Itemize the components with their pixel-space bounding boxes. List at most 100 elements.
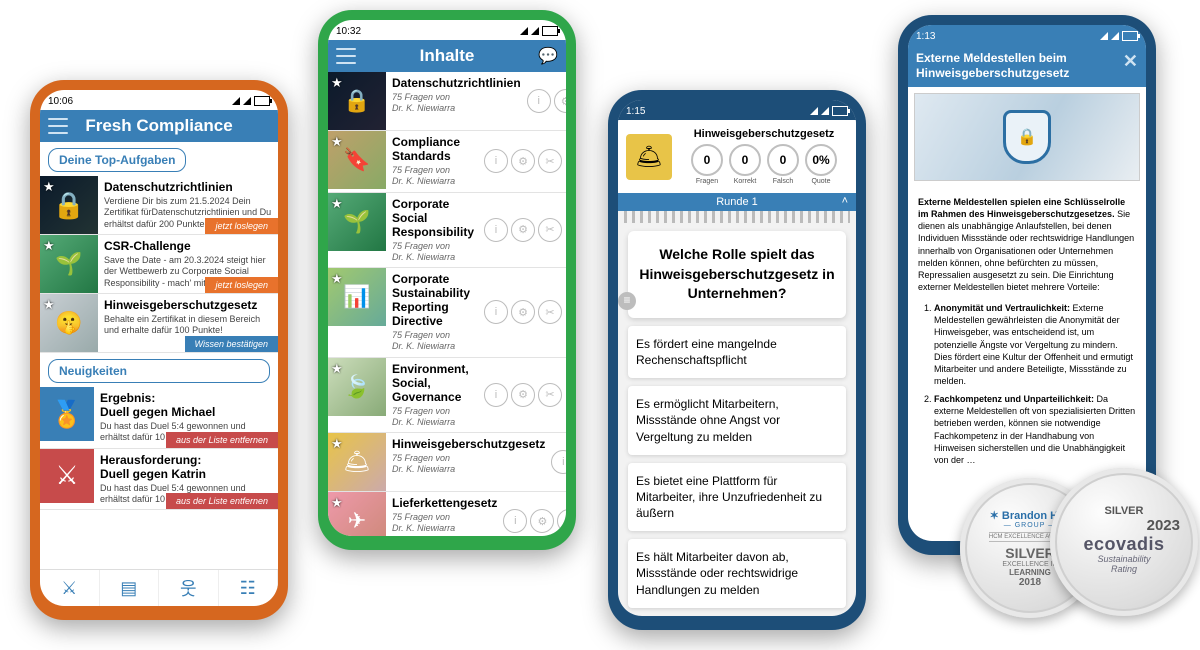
task-title: CSR-Challenge — [104, 239, 272, 253]
stat-fragen: 0Fragen — [691, 144, 723, 185]
gear-icon[interactable]: ⚙ — [511, 149, 535, 173]
article-lead-rest: Sie dienen als unabhängige Anlaufstellen… — [918, 209, 1134, 292]
gear-icon[interactable]: ⚙ — [530, 509, 554, 533]
content-title: Hinweisgeberschutzgesetz — [392, 437, 545, 451]
menu-icon[interactable] — [48, 118, 68, 134]
phone-2-frame: 10:32 Inhalte 💬 ★🔒Datenschutzrichtlinien… — [318, 10, 576, 550]
article-hero: 🔒 — [914, 93, 1140, 181]
info-icon[interactable]: i — [484, 218, 508, 242]
point-heading: Anonymität und Vertraulichkeit: — [934, 303, 1070, 313]
info-icon[interactable]: i — [484, 149, 508, 173]
task-text: CSR-Challenge Save the Date - am 20.3.20… — [98, 235, 278, 293]
task-row[interactable]: ★🌱 CSR-Challenge Save the Date - am 20.3… — [40, 235, 278, 294]
star-icon: ★ — [43, 179, 55, 195]
tools-icon[interactable]: ✂ — [538, 149, 562, 173]
status-bar: 10:06 — [40, 90, 278, 110]
status-icons — [1100, 31, 1138, 41]
info-icon[interactable]: i — [551, 450, 566, 474]
point-body: Externe Meldestellen gewährleisten die A… — [934, 303, 1133, 386]
answer-option[interactable]: Es fördert eine mangelnde Rechenschaftsp… — [628, 326, 846, 378]
news-title: Herausforderung: Duell gegen Katrin — [100, 453, 272, 481]
hint-icon[interactable]: ≡ — [618, 292, 636, 310]
news-text: Herausforderung: Duell gegen Katrin Du h… — [94, 449, 278, 510]
gear-icon[interactable]: ⚙ — [511, 383, 535, 407]
stage: 10:06 Fresh Compliance Deine Top-Aufgabe… — [0, 0, 1200, 650]
content-row[interactable]: ★🌱Corporate Social Responsibility75 Frag… — [328, 193, 566, 269]
task-row[interactable]: ★🤫 Hinweisgeberschutzgesetz Behalte ein … — [40, 294, 278, 353]
stat-value: 0 — [729, 144, 761, 176]
tab-duel-icon[interactable]: ⚔ — [40, 570, 100, 606]
content-title: Corporate Sustainability Reporting Direc… — [392, 272, 478, 328]
info-icon[interactable]: i — [484, 300, 508, 324]
news-text: Ergebnis: Duell gegen Michael Du hast da… — [94, 387, 278, 448]
tools-icon[interactable]: ✂ — [538, 383, 562, 407]
article-body: Externe Meldestellen spielen eine Schlüs… — [908, 187, 1146, 472]
info-icon[interactable]: i — [527, 89, 551, 113]
content-actions: i⚙✂ — [503, 492, 566, 536]
content-meta: 75 Fragen von Dr. K. Niewiarra — [392, 92, 521, 115]
content-actions: i⚙✂ — [551, 433, 566, 491]
tools-icon[interactable]: ✂ — [538, 218, 562, 242]
task-cta[interactable]: jetzt loslegen — [205, 277, 278, 293]
tab-profile-icon[interactable]: 웃 — [159, 570, 219, 606]
task-cta[interactable]: jetzt loslegen — [205, 218, 278, 234]
tab-calendar-icon[interactable]: ☷ — [219, 570, 279, 606]
task-thumb-whisper: ★🤫 — [40, 294, 98, 352]
content-text: Environment, Social, Governance75 Fragen… — [386, 358, 484, 433]
ev-year: 2023 — [1147, 517, 1180, 534]
gear-icon[interactable]: ⚙ — [554, 89, 566, 113]
star-icon: ★ — [43, 297, 55, 313]
content-thumb: ★🛎 — [328, 433, 386, 491]
answer-option[interactable]: Es hält Mitarbeiter davon ab, Missstände… — [628, 539, 846, 608]
content-row[interactable]: ★🔖Compliance Standards75 Fragen von Dr. … — [328, 131, 566, 193]
task-thumb-plant: ★🌱 — [40, 235, 98, 293]
info-icon[interactable]: i — [503, 509, 527, 533]
app-header: Fresh Compliance — [40, 110, 278, 142]
phone-3-frame: 1:15 🛎 Hinweisgeberschutzgesetz 0Fragen … — [608, 90, 866, 630]
content-row[interactable]: ★📊Corporate Sustainability Reporting Dir… — [328, 268, 566, 358]
article-header: Externe Meldestellen beim Hinweisgebersc… — [908, 45, 1146, 87]
content-row[interactable]: ★🍃Environment, Social, Governance75 Frag… — [328, 358, 566, 434]
content-thumb: ★🍃 — [328, 358, 386, 416]
ev-silver: SILVER — [1105, 505, 1144, 517]
point-body: Da externe Meldestellen oft von speziali… — [934, 394, 1135, 465]
task-cta[interactable]: Wissen bestätigen — [185, 336, 278, 352]
info-icon[interactable]: i — [484, 383, 508, 407]
star-icon: ★ — [331, 196, 343, 212]
clock: 10:06 — [48, 96, 73, 107]
tab-library-icon[interactable]: ▤ — [100, 570, 160, 606]
content-title: Compliance Standards — [392, 135, 478, 163]
content-text: Lieferkettengesetz75 Fragen von Dr. K. N… — [386, 492, 503, 536]
gear-icon[interactable]: ⚙ — [511, 218, 535, 242]
task-row[interactable]: ★🔒 Datenschutzrichtlinien Verdiene Dir b… — [40, 176, 278, 235]
tools-icon[interactable]: ✂ — [538, 300, 562, 324]
content-row[interactable]: ★🛎Hinweisgeberschutzgesetz75 Fragen von … — [328, 433, 566, 492]
progress-dots — [624, 211, 850, 223]
answer-option[interactable]: Es ermöglicht Mitarbeitern, Missstände o… — [628, 386, 846, 455]
stat-value: 0 — [691, 144, 723, 176]
round-bar[interactable]: Runde 1˄ — [618, 193, 856, 211]
close-icon[interactable]: ✕ — [1123, 51, 1138, 72]
question-card: Welche Rolle spielt das Hinweisgeberschu… — [628, 231, 846, 318]
news-remove[interactable]: aus der Liste entfernen — [166, 432, 278, 448]
star-icon: ★ — [331, 436, 343, 452]
content-meta: 75 Fragen von Dr. K. Niewiarra — [392, 330, 478, 353]
stat-falsch: 0Falsch — [767, 144, 799, 185]
answer-option[interactable]: Es bietet eine Plattform für Mitarbeiter… — [628, 463, 846, 532]
news-row[interactable]: ⚔ Herausforderung: Duell gegen Katrin Du… — [40, 449, 278, 511]
gear-icon[interactable]: ⚙ — [511, 300, 535, 324]
status-icons — [232, 96, 270, 106]
shield-lock-icon: 🔒 — [1003, 110, 1051, 164]
chat-icon[interactable]: 💬 — [538, 46, 558, 66]
news-row[interactable]: 🏅 Ergebnis: Duell gegen Michael Du hast … — [40, 387, 278, 449]
content-actions: i⚙✂ — [527, 72, 566, 130]
tools-icon[interactable]: ✂ — [557, 509, 566, 533]
content-thumb: ★✈ — [328, 492, 386, 536]
phone-4-screen: 1:13 Externe Meldestellen beim Hinweisge… — [908, 25, 1146, 541]
content-list: ★🔒Datenschutzrichtlinien75 Fragen von Dr… — [328, 72, 566, 536]
content-row[interactable]: ★✈Lieferkettengesetz75 Fragen von Dr. K.… — [328, 492, 566, 536]
menu-icon[interactable] — [336, 48, 356, 64]
content-row[interactable]: ★🔒Datenschutzrichtlinien75 Fragen von Dr… — [328, 72, 566, 131]
news-remove[interactable]: aus der Liste entfernen — [166, 493, 278, 509]
article-title: Externe Meldestellen beim Hinweisgebersc… — [916, 51, 1117, 81]
